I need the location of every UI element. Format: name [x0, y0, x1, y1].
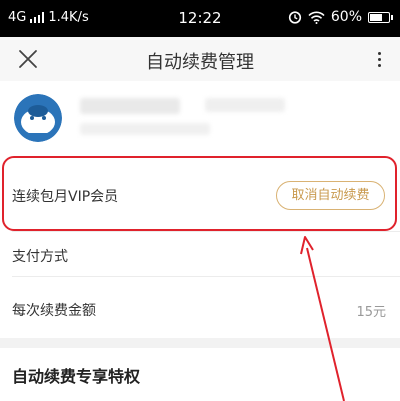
annotation-arrow	[300, 236, 345, 401]
